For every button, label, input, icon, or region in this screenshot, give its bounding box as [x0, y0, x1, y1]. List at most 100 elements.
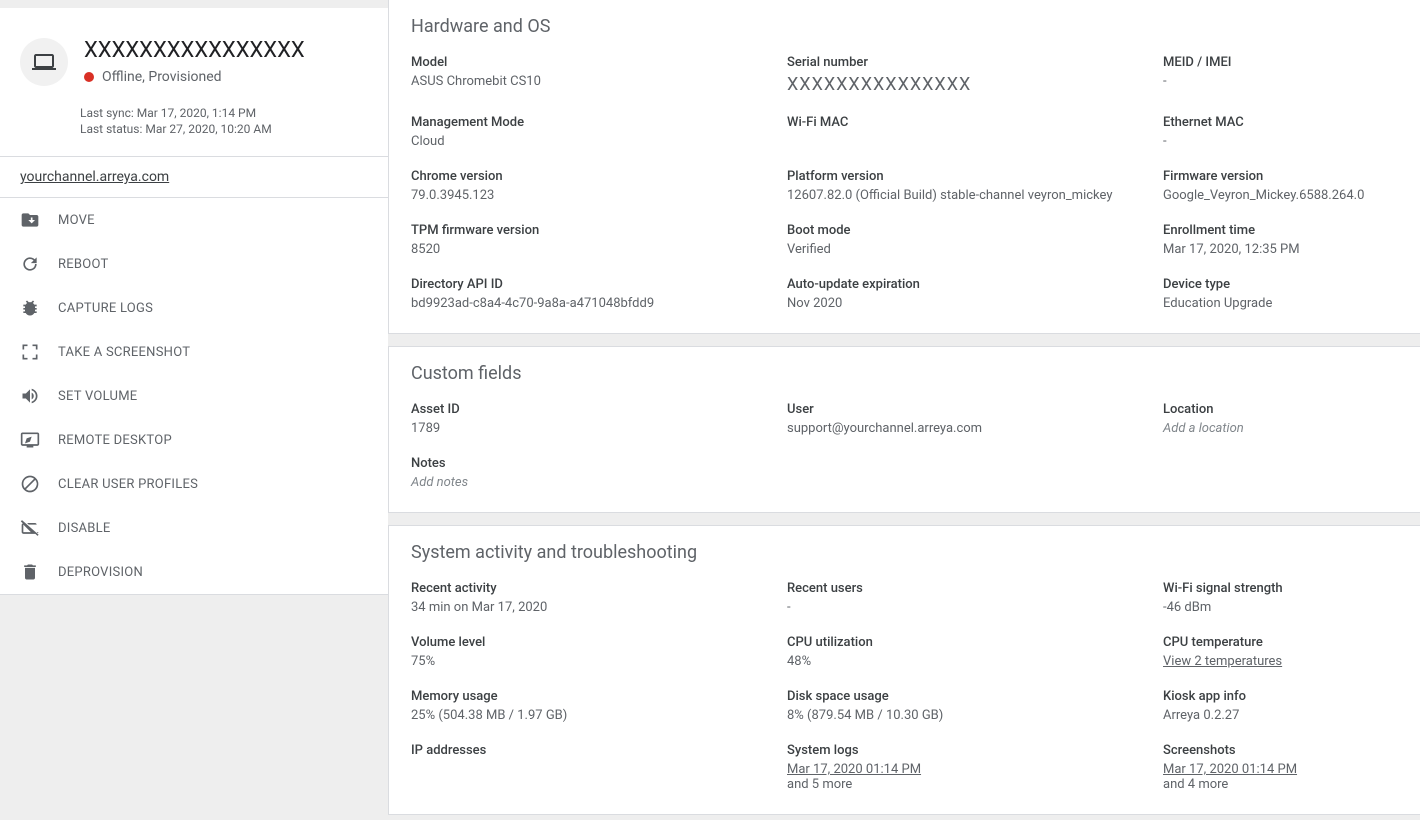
notes-label: Notes: [411, 456, 787, 471]
remote-desktop-label: REMOTE DESKTOP: [58, 433, 172, 448]
screenshot-icon: [20, 342, 40, 362]
laptop-icon: [20, 38, 68, 86]
wifi-signal-label: Wi-Fi signal strength: [1163, 581, 1398, 596]
sidebar: XXXXXXXXXXXXXXXX Offline, Provisioned La…: [0, 0, 388, 820]
trash-icon: [20, 562, 40, 582]
recent-users-label: Recent users: [787, 581, 1163, 596]
model-label: Model: [411, 55, 787, 70]
user-value[interactable]: support@yourchannel.arreya.com: [787, 421, 1163, 436]
disable-label: DISABLE: [58, 521, 111, 536]
model-value: ASUS Chromebit CS10: [411, 74, 787, 89]
main-content: Hardware and OS Model ASUS Chromebit CS1…: [388, 0, 1420, 820]
clear-user-profiles-label: CLEAR USER PROFILES: [58, 477, 198, 492]
remote-desktop-button[interactable]: REMOTE DESKTOP: [0, 418, 388, 462]
firmware-ver-value: Google_Veyron_Mickey.6588.264.0: [1163, 188, 1398, 203]
disable-icon: [20, 518, 40, 538]
serial-value: XXXXXXXXXXXXXXX: [787, 74, 1163, 95]
location-placeholder[interactable]: Add a location: [1163, 421, 1398, 436]
meid-label: MEID / IMEI: [1163, 55, 1398, 70]
status-indicator-icon: [84, 72, 94, 82]
user-label: User: [787, 402, 1163, 417]
syslogs-label: System logs: [787, 743, 1163, 758]
move-label: MOVE: [58, 213, 95, 228]
device-name: XXXXXXXXXXXXXXXX: [84, 38, 305, 63]
deprovision-label: DEPROVISION: [58, 565, 143, 580]
last-sync: Last sync: Mar 17, 2020, 1:14 PM: [80, 106, 388, 120]
platform-ver-label: Platform version: [787, 169, 1163, 184]
capture-logs-label: CAPTURE LOGS: [58, 301, 153, 316]
auto-upd-value: Nov 2020: [787, 296, 1163, 311]
kiosk-label: Kiosk app info: [1163, 689, 1398, 704]
recent-activity-value: 34 min on Mar 17, 2020: [411, 600, 787, 615]
enroll-value: Mar 17, 2020, 12:35 PM: [1163, 242, 1398, 257]
folder-move-icon: [20, 210, 40, 230]
deprovision-button[interactable]: DEPROVISION: [0, 550, 388, 594]
memory-label: Memory usage: [411, 689, 787, 704]
system-title: System activity and troubleshooting: [411, 542, 1398, 563]
platform-ver-value: 12607.82.0 (Official Build) stable-chann…: [787, 188, 1163, 203]
meid-value: -: [1163, 74, 1398, 89]
syslogs-link[interactable]: Mar 17, 2020 01:14 PM: [787, 762, 921, 777]
tpm-label: TPM firmware version: [411, 223, 787, 238]
clear-user-profiles-button[interactable]: CLEAR USER PROFILES: [0, 462, 388, 506]
enroll-label: Enrollment time: [1163, 223, 1398, 238]
mgmt-mode-value: Cloud: [411, 134, 787, 149]
asset-id-label: Asset ID: [411, 402, 787, 417]
tpm-value: 8520: [411, 242, 787, 257]
chrome-ver-value: 79.0.3945.123: [411, 188, 787, 203]
set-volume-button[interactable]: SET VOLUME: [0, 374, 388, 418]
screenshots-more: and 4 more: [1163, 777, 1398, 792]
location-label: Location: [1163, 402, 1398, 417]
chrome-ver-label: Chrome version: [411, 169, 787, 184]
hardware-title: Hardware and OS: [411, 16, 1398, 37]
channel-link[interactable]: yourchannel.arreya.com: [20, 169, 169, 185]
cpu-util-value: 48%: [787, 654, 1163, 669]
auto-upd-label: Auto-update expiration: [787, 277, 1163, 292]
wifi-mac-label: Wi-Fi MAC: [787, 115, 1163, 130]
dir-api-label: Directory API ID: [411, 277, 787, 292]
refresh-icon: [20, 254, 40, 274]
ip-label: IP addresses: [411, 743, 787, 758]
screenshot-button[interactable]: TAKE A SCREENSHOT: [0, 330, 388, 374]
hardware-panel: Hardware and OS Model ASUS Chromebit CS1…: [388, 0, 1420, 334]
volume-label: Volume level: [411, 635, 787, 650]
last-status: Last status: Mar 27, 2020, 10:20 AM: [80, 122, 388, 136]
screenshot-label: TAKE A SCREENSHOT: [58, 345, 190, 360]
custom-fields-panel: Custom fields Asset ID 1789 User support…: [388, 346, 1420, 513]
device-type-label: Device type: [1163, 277, 1398, 292]
eth-mac-value: -: [1163, 134, 1398, 149]
disk-value: 8% (879.54 MB / 10.30 GB): [787, 708, 1163, 723]
cpu-temp-link[interactable]: View 2 temperatures: [1163, 654, 1282, 669]
memory-value: 25% (504.38 MB / 1.97 GB): [411, 708, 787, 723]
firmware-ver-label: Firmware version: [1163, 169, 1398, 184]
recent-activity-label: Recent activity: [411, 581, 787, 596]
screenshots-link[interactable]: Mar 17, 2020 01:14 PM: [1163, 762, 1297, 777]
recent-users-value: -: [787, 600, 1163, 615]
bug-icon: [20, 298, 40, 318]
volume-icon: [20, 386, 40, 406]
mgmt-mode-label: Management Mode: [411, 115, 787, 130]
boot-value: Verified: [787, 242, 1163, 257]
serial-label: Serial number: [787, 55, 1163, 70]
reboot-button[interactable]: REBOOT: [0, 242, 388, 286]
capture-logs-button[interactable]: CAPTURE LOGS: [0, 286, 388, 330]
move-button[interactable]: MOVE: [0, 198, 388, 242]
eth-mac-label: Ethernet MAC: [1163, 115, 1398, 130]
boot-label: Boot mode: [787, 223, 1163, 238]
notes-placeholder[interactable]: Add notes: [411, 475, 787, 490]
actions-list: MOVE REBOOT CAPTURE LOGS TAKE A SCREENSH…: [0, 197, 388, 594]
volume-value: 75%: [411, 654, 787, 669]
set-volume-label: SET VOLUME: [58, 389, 137, 404]
asset-id-value[interactable]: 1789: [411, 421, 787, 436]
wifi-signal-value: -46 dBm: [1163, 600, 1398, 615]
cpu-temp-label: CPU temperature: [1163, 635, 1398, 650]
disk-label: Disk space usage: [787, 689, 1163, 704]
block-icon: [20, 474, 40, 494]
kiosk-value: Arreya 0.2.27: [1163, 708, 1398, 723]
system-panel: System activity and troubleshooting Rece…: [388, 525, 1420, 815]
cpu-util-label: CPU utilization: [787, 635, 1163, 650]
disable-button[interactable]: DISABLE: [0, 506, 388, 550]
remote-desktop-icon: [20, 430, 40, 450]
reboot-label: REBOOT: [58, 257, 108, 272]
screenshots-label: Screenshots: [1163, 743, 1398, 758]
